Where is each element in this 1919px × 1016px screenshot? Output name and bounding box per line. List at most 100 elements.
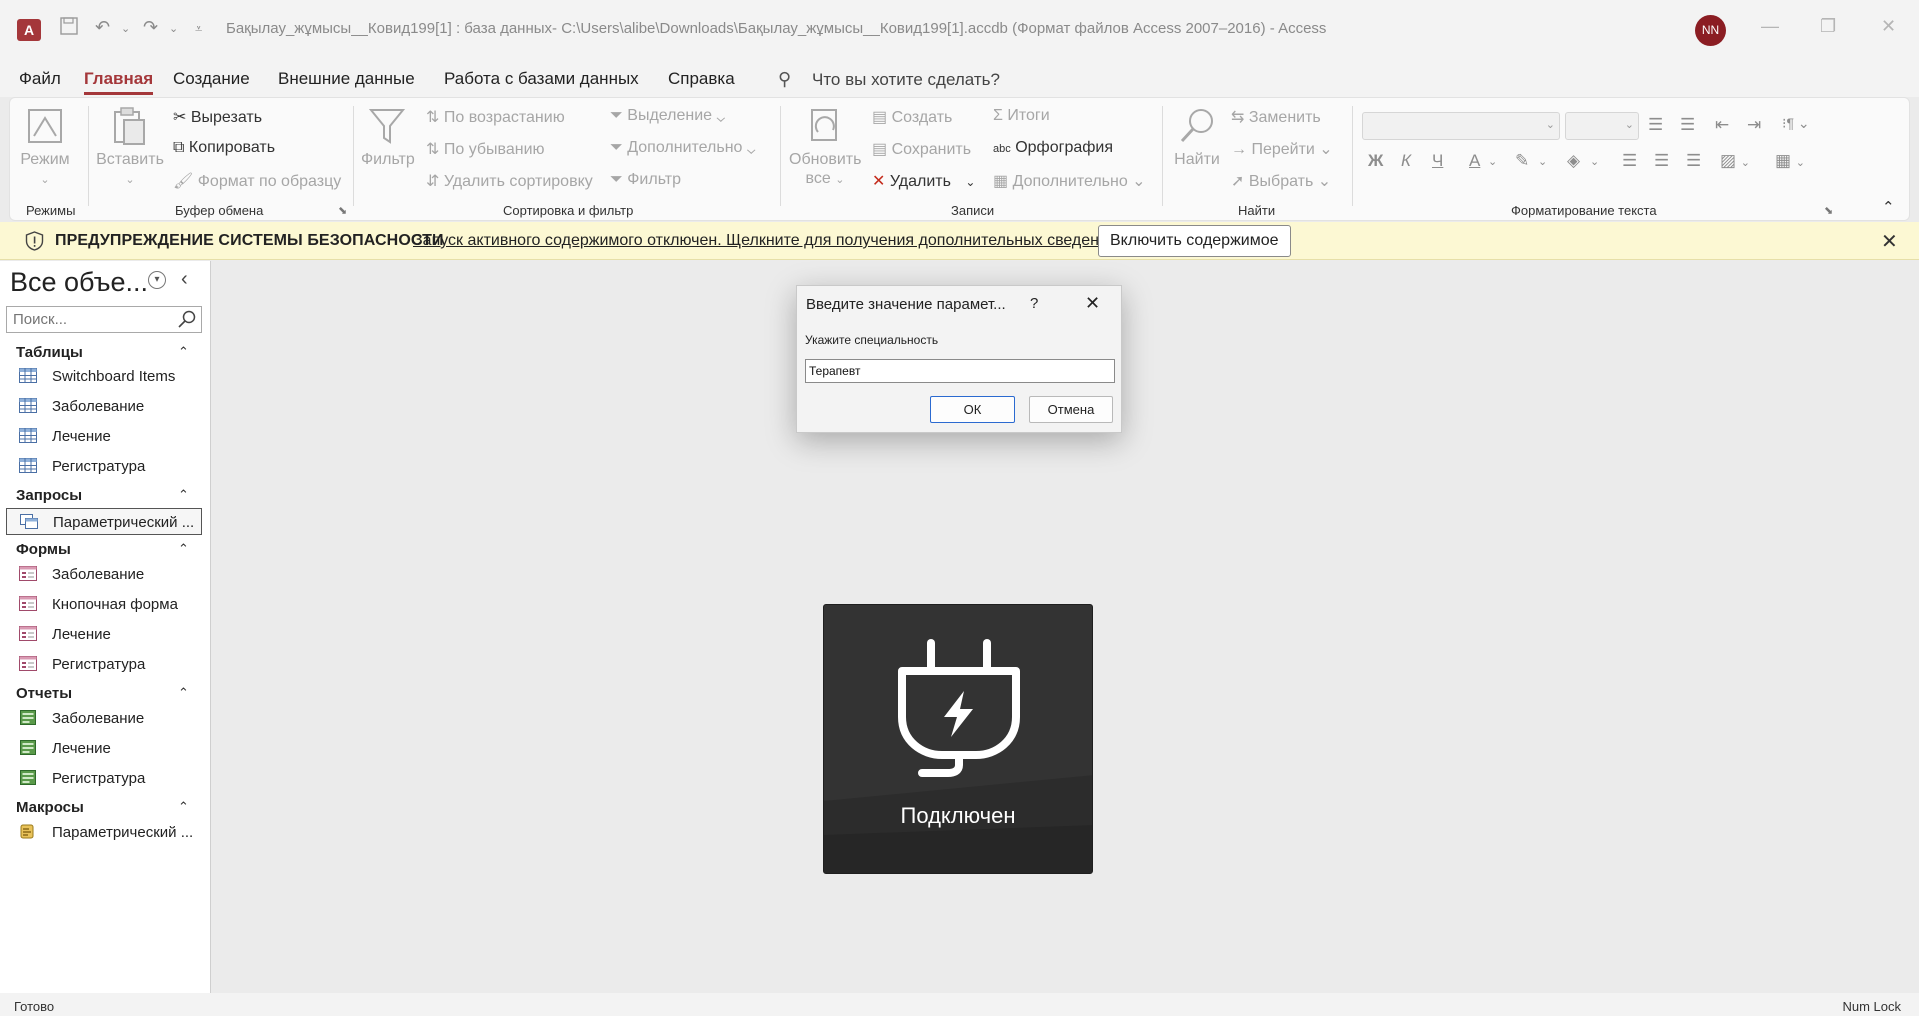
nav-item-form[interactable]: Лечение bbox=[6, 621, 202, 648]
chevron-up-icon[interactable]: ⌃ bbox=[178, 344, 189, 360]
sort-descending-button[interactable]: ⇅ По убыванию bbox=[426, 139, 545, 159]
help-button[interactable]: ? bbox=[1030, 295, 1038, 312]
indent-decrease-icon[interactable]: ⇤ bbox=[1715, 115, 1729, 135]
tab-database-tools[interactable]: Работа с базами данных bbox=[444, 69, 639, 89]
nav-item-form[interactable]: Регистратура bbox=[6, 651, 202, 678]
remove-sort-button[interactable]: ⇵ Удалить сортировку bbox=[426, 171, 593, 191]
tab-create[interactable]: Создание bbox=[173, 69, 250, 89]
toggle-filter-button[interactable]: ⏷ Фильтр bbox=[610, 171, 681, 189]
nav-category-queries[interactable]: Запросы bbox=[16, 487, 82, 504]
nav-item-table[interactable]: Лечение bbox=[6, 423, 202, 450]
nav-item-macro[interactable]: Параметрический ... bbox=[6, 819, 202, 846]
bold-button[interactable]: Ж bbox=[1368, 151, 1383, 171]
nav-item-query[interactable]: Параметрический ... bbox=[6, 508, 202, 535]
nav-item-form[interactable]: Кнопочная форма bbox=[6, 591, 202, 618]
indent-increase-icon[interactable]: ⇥ bbox=[1747, 115, 1761, 135]
refresh-all-button[interactable]: Обновить все ⌄ bbox=[789, 106, 861, 190]
replace-button[interactable]: ⇆ Заменить bbox=[1231, 107, 1321, 127]
fill-color-icon[interactable]: ◈ bbox=[1567, 151, 1580, 171]
customize-qat-icon[interactable]: ⩡ bbox=[195, 21, 202, 37]
undo-icon[interactable]: ↶ bbox=[95, 17, 110, 38]
nav-category-tables[interactable]: Таблицы bbox=[16, 344, 83, 361]
align-right-icon[interactable]: ☰ bbox=[1686, 151, 1701, 171]
goto-button[interactable]: → Перейти ⌄ bbox=[1231, 139, 1333, 159]
chevron-up-icon[interactable]: ⌃ bbox=[178, 487, 189, 503]
advanced-filter-button[interactable]: ⏷ Дополнительно ⌄ bbox=[610, 139, 756, 157]
italic-button[interactable]: К bbox=[1401, 151, 1411, 171]
more-records-button[interactable]: ▦ Дополнительно ⌄ bbox=[993, 171, 1146, 191]
nav-search-box[interactable] bbox=[6, 306, 202, 333]
spelling-button[interactable]: abc Орфография bbox=[993, 139, 1113, 157]
close-icon[interactable]: ✕ bbox=[1085, 293, 1100, 314]
selection-button[interactable]: ⏷ Выделение ⌄ bbox=[610, 107, 725, 125]
select-button[interactable]: ➚ Выбрать ⌄ bbox=[1231, 171, 1331, 191]
close-icon[interactable]: ✕ bbox=[1881, 229, 1898, 254]
avatar[interactable]: NN bbox=[1695, 15, 1726, 46]
fill-dropdown-icon[interactable]: ⌄ bbox=[1590, 155, 1599, 168]
undo-dropdown-icon[interactable]: ⌄ bbox=[121, 22, 130, 35]
find-button[interactable]: Найти bbox=[1169, 106, 1225, 169]
cut-button[interactable]: ✂ Вырезать bbox=[173, 107, 262, 127]
align-center-icon[interactable]: ☰ bbox=[1654, 151, 1669, 171]
text-format-launcher-icon[interactable]: ⬊ bbox=[1824, 204, 1833, 217]
search-input[interactable] bbox=[13, 311, 163, 328]
nav-item-report[interactable]: Регистратура bbox=[6, 765, 202, 792]
security-warning-link[interactable]: Запуск активного содержимого отключен. Щ… bbox=[413, 232, 1121, 250]
highlight-icon[interactable]: ✎ bbox=[1515, 151, 1529, 171]
parameter-input[interactable] bbox=[805, 359, 1115, 383]
highlight-dropdown-icon[interactable]: ⌄ bbox=[1538, 155, 1547, 168]
font-color-dropdown-icon[interactable]: ⌄ bbox=[1488, 155, 1497, 168]
nav-item-table[interactable]: Регистратура bbox=[6, 453, 202, 480]
bullets-icon[interactable]: ☰ bbox=[1648, 115, 1663, 135]
filter-button[interactable]: Фильтр bbox=[361, 106, 415, 169]
delete-record-button[interactable]: ✕ Удалить ⌄ bbox=[872, 171, 975, 191]
tab-home[interactable]: Главная bbox=[84, 69, 154, 95]
nav-category-reports[interactable]: Отчеты bbox=[16, 685, 72, 702]
align-left-icon[interactable]: ☰ bbox=[1622, 151, 1637, 171]
clipboard-launcher-icon[interactable]: ⬊ bbox=[338, 204, 347, 217]
nav-category-forms[interactable]: Формы bbox=[16, 541, 71, 558]
nav-item-table[interactable]: Заболевание bbox=[6, 393, 202, 420]
tab-file[interactable]: Файл bbox=[19, 69, 61, 89]
numbering-icon[interactable]: ☰ bbox=[1680, 115, 1695, 135]
nav-item-report[interactable]: Заболевание bbox=[6, 705, 202, 732]
save-icon[interactable] bbox=[60, 17, 78, 40]
gridlines-icon[interactable]: ▦ ⌄ bbox=[1775, 151, 1805, 171]
redo-icon[interactable]: ↷ bbox=[143, 17, 158, 38]
cancel-button[interactable]: Отмена bbox=[1029, 396, 1113, 423]
collapse-pane-icon[interactable]: ‹ bbox=[181, 268, 188, 291]
redo-dropdown-icon[interactable]: ⌄ bbox=[169, 22, 178, 35]
restore-icon[interactable]: ❐ bbox=[1820, 16, 1836, 37]
chevron-up-icon[interactable]: ⌃ bbox=[178, 799, 189, 815]
tab-external-data[interactable]: Внешние данные bbox=[278, 69, 415, 89]
nav-category-macros[interactable]: Макросы bbox=[16, 799, 84, 816]
paragraph-direction-icon[interactable]: ⁝¶ ⌄ bbox=[1782, 115, 1810, 132]
view-button[interactable]: Режим ⌄ bbox=[15, 106, 75, 190]
tab-help[interactable]: Справка bbox=[668, 69, 735, 89]
save-record-button[interactable]: ▤ Сохранить bbox=[872, 139, 971, 159]
enable-content-button[interactable]: Включить содержимое bbox=[1098, 225, 1291, 257]
font-color-button[interactable]: А bbox=[1469, 151, 1480, 171]
nav-item-report[interactable]: Лечение bbox=[6, 735, 202, 762]
chevron-up-icon[interactable]: ⌃ bbox=[178, 541, 189, 557]
collapse-ribbon-icon[interactable]: ⌃ bbox=[1882, 198, 1895, 216]
copy-button[interactable]: ⧉ Копировать bbox=[173, 139, 275, 157]
font-size-combo[interactable]: ⌄ bbox=[1565, 112, 1639, 140]
tell-me-input[interactable]: Что вы хотите сделать? bbox=[812, 70, 1000, 90]
close-window-icon[interactable]: ✕ bbox=[1881, 16, 1896, 37]
search-icon[interactable] bbox=[177, 309, 197, 333]
sort-ascending-button[interactable]: ⇅ По возрастанию bbox=[426, 107, 565, 127]
paste-button[interactable]: Вставить ⌄ bbox=[95, 106, 165, 190]
totals-button[interactable]: Σ Итоги bbox=[993, 107, 1050, 125]
minimize-icon[interactable]: — bbox=[1761, 16, 1779, 37]
nav-item-table[interactable]: Switchboard Items bbox=[6, 363, 202, 390]
ok-button[interactable]: ОК bbox=[930, 396, 1015, 423]
nav-pane-title[interactable]: Все объе... bbox=[10, 267, 148, 298]
underline-button[interactable]: Ч bbox=[1432, 151, 1443, 171]
alternate-row-color-icon[interactable]: ▨ ⌄ bbox=[1720, 151, 1750, 171]
format-painter-button[interactable]: 🖌︎ Формат по образцу bbox=[173, 171, 341, 191]
nav-item-form[interactable]: Заболевание bbox=[6, 561, 202, 588]
new-record-button[interactable]: ▤ Создать bbox=[872, 107, 952, 127]
chevron-up-icon[interactable]: ⌃ bbox=[178, 685, 189, 701]
font-name-combo[interactable]: ⌄ bbox=[1362, 112, 1560, 140]
